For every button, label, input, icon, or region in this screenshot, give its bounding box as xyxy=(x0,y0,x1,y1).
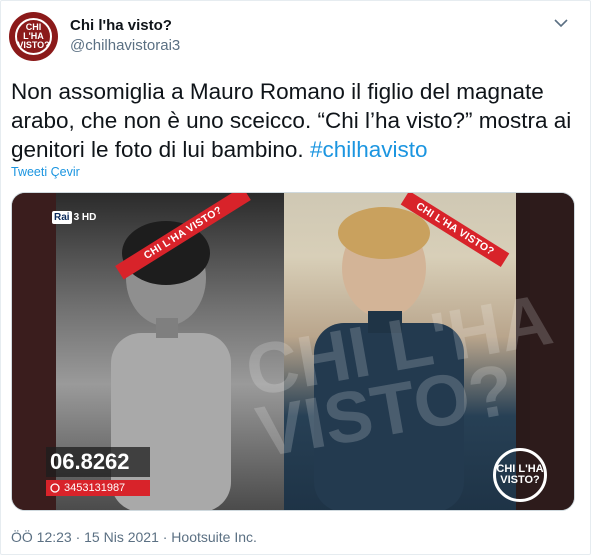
avatar-ring: CHI L'HA VISTO? xyxy=(15,18,52,55)
account-name[interactable]: Chi l'ha visto? xyxy=(70,17,172,34)
whatsapp-number: 3453131987 xyxy=(64,482,126,494)
channel-logo: Rai 3 HD xyxy=(52,211,96,224)
chevron-down-icon xyxy=(554,18,568,27)
avatar[interactable]: CHI L'HA VISTO? xyxy=(9,12,58,61)
whatsapp-line: 3453131987 xyxy=(46,480,150,496)
account-handle[interactable]: @chilhavistorai3 xyxy=(70,37,180,54)
hashtag-link[interactable]: #chilhavisto xyxy=(310,137,428,162)
avatar-logo-text: CHI L'HA VISTO? xyxy=(17,22,50,50)
tweet-text: Non assomiglia a Mauro Romano il figlio … xyxy=(11,77,581,164)
rai-channel-suffix: 3 HD xyxy=(73,212,97,223)
tweet-card[interactable]: CHI L'HA VISTO? Chi l'ha visto? @chilhav… xyxy=(0,0,591,555)
corner-logo-text: CHI L'HA VISTO? xyxy=(496,463,544,486)
more-options-button[interactable] xyxy=(548,13,574,33)
tweet-timestamp[interactable]: ÖÖ 12:23 · 15 Nis 2021 · Hootsuite Inc. xyxy=(11,529,257,545)
rai-logo-box: Rai xyxy=(52,211,72,224)
tweet-media[interactable]: Rai 3 HD CHI L'HA VISTO? CHI L'HA VISTO?… xyxy=(11,192,575,511)
whatsapp-icon xyxy=(50,483,60,493)
phone-number: 06.8262 xyxy=(46,447,150,477)
phone-overlay: 06.8262 3453131987 xyxy=(46,447,150,499)
tweet-body: Non assomiglia a Mauro Romano il figlio … xyxy=(11,79,572,162)
corner-logo: CHI L'HA VISTO? xyxy=(493,448,547,502)
translate-tweet-link[interactable]: Tweeti Çevir xyxy=(11,165,80,179)
